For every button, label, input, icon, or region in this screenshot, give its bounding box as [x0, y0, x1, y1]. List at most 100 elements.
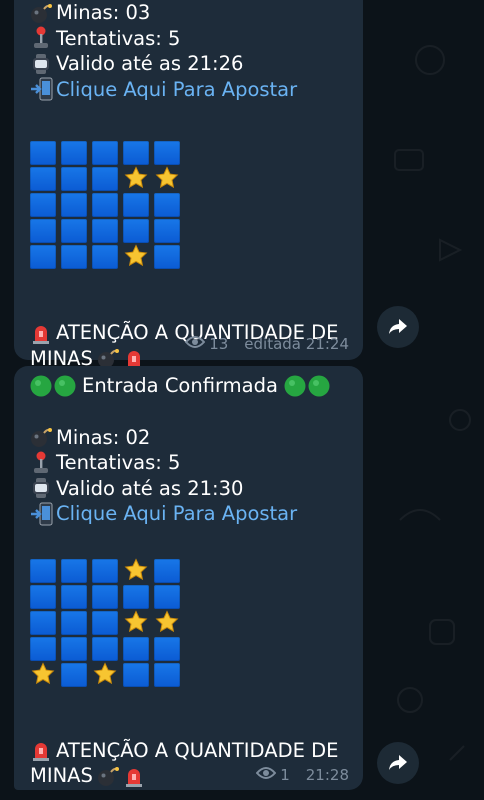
star-icon: [154, 166, 180, 192]
attempts-text: Tentativas: 5: [56, 451, 181, 474]
message-meta: 13 editada 21:24: [184, 335, 349, 353]
blue-tile: [30, 141, 56, 165]
blue-tile: [92, 167, 118, 191]
eye-icon: [184, 335, 206, 353]
bet-link[interactable]: Clique Aqui Para Apostar: [56, 77, 297, 103]
blue-tile: [154, 219, 180, 243]
blue-tile: [61, 193, 87, 217]
blue-tile: [30, 167, 56, 191]
message-meta: 1 21:28: [255, 766, 349, 784]
valid-text: Valido até as 21:30: [56, 476, 244, 500]
blue-tile: [92, 610, 118, 635]
bet-link-line: Clique Aqui Para Apostar: [30, 77, 349, 103]
blue-tile: [123, 584, 149, 609]
blue-tile: [123, 636, 149, 661]
blue-tile: [123, 219, 149, 243]
warning-line: ATENÇÃO A QUANTIDADE DE: [30, 738, 349, 764]
blue-tile: [61, 167, 87, 191]
blue-tile: [123, 193, 149, 217]
share-button[interactable]: [377, 306, 419, 348]
bomb-icon: [30, 1, 56, 25]
blue-tile: [30, 558, 56, 583]
bomb-icon: [30, 425, 56, 449]
blue-tile: [92, 584, 118, 609]
blue-tile: [154, 662, 180, 687]
blue-tile: [123, 141, 149, 165]
attempts-line: Tentativas: 5: [30, 26, 349, 52]
share-arrow-icon: [389, 755, 407, 770]
valid-line: Valido até as 21:26: [30, 51, 349, 77]
share-button[interactable]: [377, 742, 419, 784]
valid-line: Valido até as 21:30: [30, 476, 349, 502]
watch-icon: [30, 476, 56, 500]
blue-tile: [61, 219, 87, 243]
warning-text: ATENÇÃO A QUANTIDADE DE: [56, 738, 339, 762]
message-bubble: Entrada Confirmada Minas: 02 Tentativas:…: [14, 366, 363, 790]
bomb-icon: [97, 764, 123, 788]
blue-tile: [30, 193, 56, 217]
mines-board: [30, 140, 349, 270]
joystick-icon: [30, 26, 56, 50]
blue-tile: [92, 636, 118, 661]
star-icon: [123, 557, 149, 584]
star-icon: [123, 166, 149, 192]
star-icon: [123, 244, 149, 270]
view-count: 1: [280, 766, 290, 784]
blue-tile: [92, 219, 118, 243]
view-count: 13: [209, 335, 229, 353]
message-bubble: Minas: 03 Tentativas: 5 Valido até as 21…: [14, 0, 363, 370]
blue-tile: [61, 636, 87, 661]
blue-tile: [61, 141, 87, 165]
blue-tile: [61, 662, 87, 687]
valid-text: Valido até as 21:26: [56, 52, 244, 75]
watch-icon: [30, 52, 56, 76]
header-text: Entrada Confirmada: [82, 374, 278, 397]
siren-icon: [30, 738, 56, 762]
siren-icon: [30, 321, 56, 345]
star-icon: [154, 609, 180, 636]
blue-tile: [30, 610, 56, 635]
blue-tile: [92, 193, 118, 217]
share-arrow-icon: [389, 319, 407, 334]
blue-tile: [154, 245, 180, 269]
green-circle-icon: [284, 375, 330, 397]
blue-tile: [30, 584, 56, 609]
star-icon: [30, 661, 56, 688]
star-icon: [123, 609, 149, 636]
blue-tile: [154, 584, 180, 609]
mines-text: Minas: 02: [56, 425, 151, 449]
blue-tile: [154, 193, 180, 217]
blue-tile: [30, 219, 56, 243]
warning-text-2: MINAS: [30, 764, 93, 787]
blue-tile: [61, 584, 87, 609]
blue-tile: [123, 662, 149, 687]
mobile-arrow-icon: [30, 77, 56, 101]
blue-tile: [154, 636, 180, 661]
bet-link-line: Clique Aqui Para Apostar: [30, 501, 349, 527]
blue-tile: [61, 610, 87, 635]
blue-tile: [92, 245, 118, 269]
mines-board: [30, 557, 349, 688]
message-status: 21:28: [305, 766, 349, 784]
joystick-icon: [30, 451, 56, 475]
attempts-text: Tentativas: 5: [56, 26, 181, 50]
attempts-line: Tentativas: 5: [30, 450, 349, 476]
blue-tile: [154, 141, 180, 165]
blue-tile: [30, 245, 56, 269]
green-circle-icon: [30, 375, 76, 397]
blue-tile: [92, 141, 118, 165]
blue-tile: [92, 558, 118, 583]
siren-icon: [123, 764, 149, 788]
bet-link[interactable]: Clique Aqui Para Apostar: [56, 501, 297, 527]
blue-tile: [30, 636, 56, 661]
mines-line: Minas: 03: [30, 0, 349, 26]
mines-line: Minas: 02: [30, 425, 349, 451]
blue-tile: [61, 245, 87, 269]
star-icon: [92, 661, 118, 688]
mobile-arrow-icon: [30, 502, 56, 526]
mines-text: Minas: 03: [56, 1, 151, 24]
eye-icon: [255, 766, 277, 784]
header-line: Entrada Confirmada: [30, 373, 349, 399]
blue-tile: [154, 558, 180, 583]
message-status: editada 21:24: [244, 335, 349, 353]
